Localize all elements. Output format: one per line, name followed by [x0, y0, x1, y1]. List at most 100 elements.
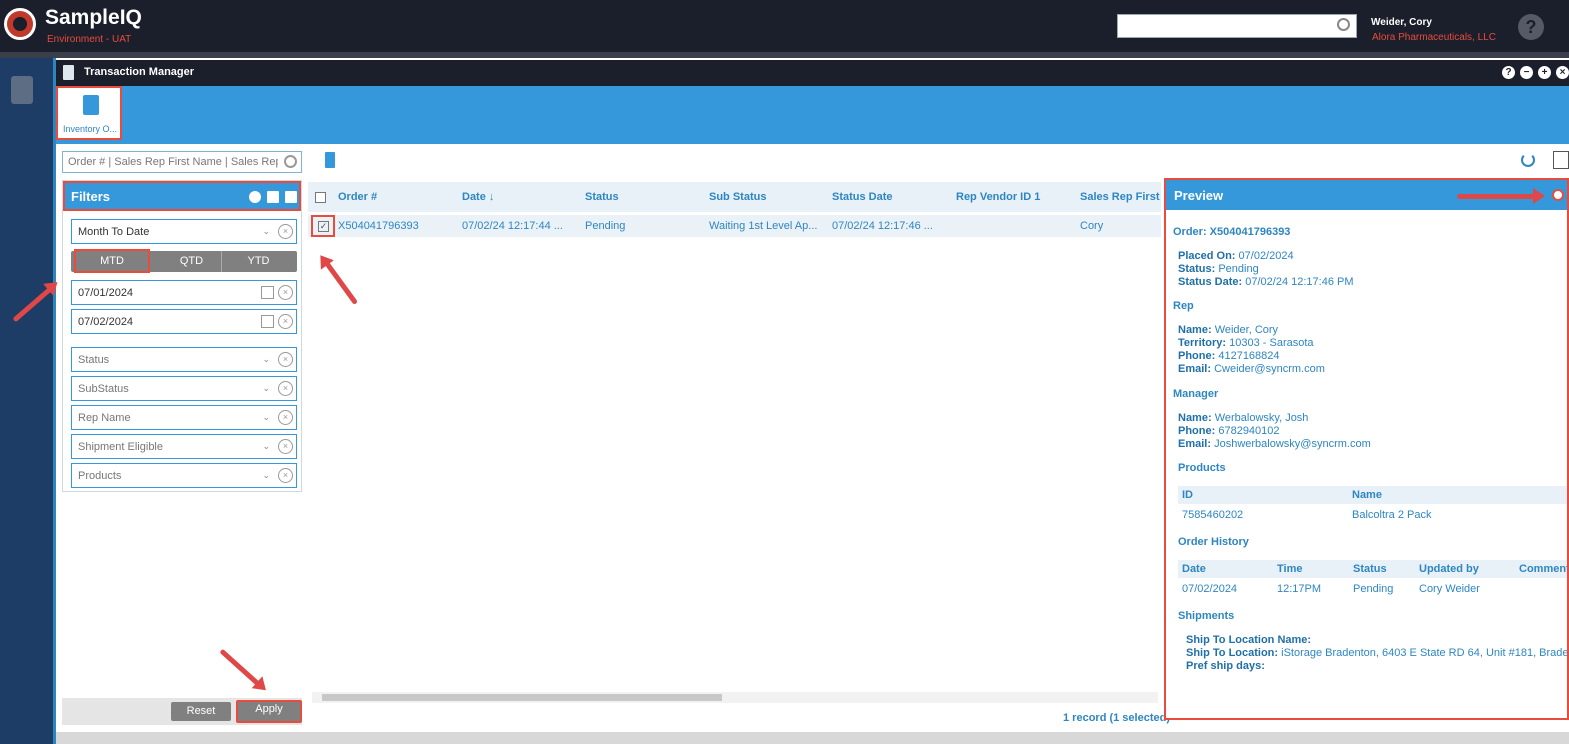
environment-label: Environment - UAT: [47, 34, 132, 45]
segment-qtd[interactable]: QTD: [154, 251, 229, 272]
row-checkbox[interactable]: ✓: [311, 215, 335, 237]
ship-location: Ship To Location: iStorage Bradenton, 64…: [1186, 647, 1569, 659]
history-time: 12:17PM: [1277, 583, 1322, 595]
history-table-header: Date Time Status Updated by Comment: [1178, 560, 1567, 578]
calendar-icon[interactable]: [261, 315, 274, 328]
rail-accent: [53, 58, 56, 744]
column-sub-status[interactable]: Sub Status: [709, 191, 766, 203]
apply-button[interactable]: Apply: [236, 700, 302, 723]
app-logo: [4, 8, 36, 40]
clear-icon[interactable]: ×: [278, 410, 293, 425]
column-menu-icon[interactable]: [1553, 151, 1569, 169]
history-status: Pending: [1353, 583, 1394, 595]
manager-phone: Phone: 6782940102: [1178, 425, 1280, 437]
status-dropdown[interactable]: Status ⌄ ×: [71, 347, 297, 372]
grid-header: Order # Date ↓ Status Sub Status Status …: [308, 182, 1161, 212]
refresh-icon[interactable]: [1521, 153, 1535, 167]
preview-panel: Preview Order: X504041796393 Placed On: …: [1164, 178, 1569, 720]
calendar-icon[interactable]: [261, 286, 274, 299]
maximize-icon[interactable]: +: [1538, 66, 1551, 79]
clear-icon[interactable]: ×: [278, 381, 293, 396]
left-rail: [0, 58, 53, 744]
rep-heading: Rep: [1173, 300, 1194, 312]
column-status-date[interactable]: Status Date: [832, 191, 893, 203]
global-search-input[interactable]: [1117, 14, 1357, 38]
filters-panel: Filters Month To Date ⌄ × MTD QTD YTD 07…: [62, 180, 302, 492]
manager-email: Email: Joshwerbalowsky@syncrm.com: [1178, 438, 1371, 450]
inventory-order-tile[interactable]: Inventory O...: [56, 86, 122, 140]
placed-on: Placed On: 07/02/2024: [1178, 250, 1294, 262]
rep-name-dropdown[interactable]: Rep Name ⌄ ×: [71, 405, 297, 430]
preview-title: Preview: [1174, 188, 1224, 203]
start-date-field[interactable]: 07/01/2024 ×: [71, 280, 297, 305]
product-id: 7585460202: [1182, 509, 1244, 521]
cell-date: 07/02/24 12:17:44 ...: [462, 220, 563, 232]
top-bar: SampleIQ Environment - UAT Weider, Cory …: [0, 0, 1569, 52]
ribbon: Inventory O...: [56, 86, 1569, 144]
column-date[interactable]: Date ↓: [462, 191, 494, 203]
folder-icon[interactable]: [285, 191, 297, 203]
clear-icon[interactable]: ×: [278, 439, 293, 454]
column-rep-vendor-id[interactable]: Rep Vendor ID 1: [956, 191, 1040, 203]
history-heading: Order History: [1178, 536, 1249, 548]
close-icon[interactable]: ×: [1556, 66, 1569, 79]
help-icon[interactable]: ?: [1502, 66, 1515, 79]
tile-label: Inventory O...: [62, 124, 118, 134]
order-icon: [83, 95, 99, 115]
substatus-dropdown[interactable]: SubStatus ⌄ ×: [71, 376, 297, 401]
table-row[interactable]: ✓ X504041796393 07/02/24 12:17:44 ... Pe…: [308, 215, 1161, 237]
clear-icon[interactable]: ×: [278, 468, 293, 483]
select-all-checkbox[interactable]: [315, 192, 326, 203]
history-updated-by: Cory Weider: [1419, 583, 1480, 595]
grid-scrollbar[interactable]: [312, 692, 1158, 703]
clear-icon[interactable]: ×: [278, 224, 293, 239]
shipment-eligible-dropdown[interactable]: Shipment Eligible ⌄ ×: [71, 434, 297, 459]
order-status-date: Status Date: 07/02/24 12:17:46 PM: [1178, 276, 1354, 288]
chevron-down-icon: ⌄: [262, 354, 270, 364]
clipboard-icon[interactable]: [11, 76, 33, 104]
clear-icon[interactable]: ×: [278, 285, 293, 300]
search-icon[interactable]: [1337, 18, 1350, 31]
order-status: Status: Pending: [1178, 263, 1259, 275]
clear-icon[interactable]: ×: [278, 352, 293, 367]
annotation-arrow: [323, 259, 359, 305]
clear-icon[interactable]: ×: [278, 314, 293, 329]
chevron-down-icon: ⌄: [262, 226, 270, 236]
rep-email: Email: Cweider@syncrm.com: [1178, 363, 1325, 375]
clipboard-icon[interactable]: [325, 152, 335, 168]
scroll-thumb[interactable]: [322, 694, 722, 701]
user-name[interactable]: Weider, Cory: [1371, 17, 1432, 28]
segment-mtd[interactable]: MTD: [74, 249, 150, 273]
clipboard-icon: [63, 65, 74, 80]
minimize-icon[interactable]: −: [1520, 66, 1533, 79]
chevron-down-icon: ⌄: [262, 470, 270, 480]
segment-ytd[interactable]: YTD: [221, 251, 296, 272]
annotation-arrow: [1457, 188, 1545, 204]
rep-phone: Phone: 4127168824: [1178, 350, 1280, 362]
products-heading: Products: [1178, 462, 1226, 474]
help-icon[interactable]: ?: [1518, 14, 1544, 40]
rep-territory: Territory: 10303 - Sarasota: [1178, 337, 1314, 349]
cell-order: X504041796393: [338, 220, 419, 232]
period-select[interactable]: Month To Date ⌄ ×: [71, 219, 297, 244]
preview-order: Order: X504041796393: [1173, 226, 1291, 238]
column-status[interactable]: Status: [585, 191, 619, 203]
filters-header: Filters: [63, 181, 301, 211]
history-date: 07/02/2024: [1182, 583, 1238, 595]
order-search-input[interactable]: [63, 152, 278, 172]
chevron-down-icon: ⌄: [262, 441, 270, 451]
column-order[interactable]: Order #: [338, 191, 377, 203]
search-icon[interactable]: [284, 155, 297, 168]
collapse-icon[interactable]: [1552, 189, 1564, 201]
collapse-icon[interactable]: [249, 191, 261, 203]
chevron-down-icon: ⌄: [262, 383, 270, 393]
shipments-heading: Shipments: [1178, 610, 1235, 622]
reset-button[interactable]: Reset: [171, 702, 231, 721]
end-date-field[interactable]: 07/02/2024 ×: [71, 309, 297, 334]
window-scrollbar[interactable]: [56, 732, 1569, 744]
save-icon[interactable]: [267, 191, 279, 203]
products-dropdown[interactable]: Products ⌄ ×: [71, 463, 297, 488]
column-sales-rep-first-name[interactable]: Sales Rep First Na: [1080, 191, 1161, 203]
pref-ship-days: Pref ship days:: [1186, 660, 1265, 672]
order-search[interactable]: [62, 151, 302, 173]
